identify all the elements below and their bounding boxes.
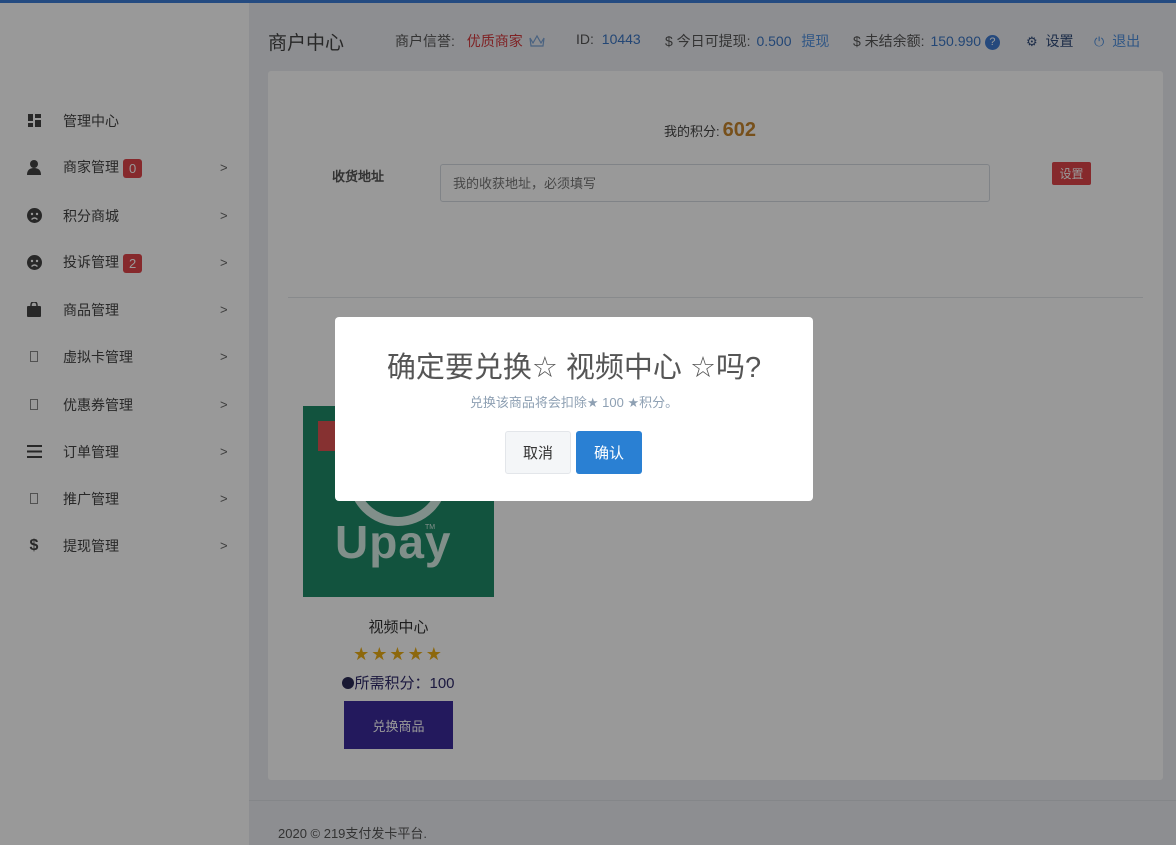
dialog-subtitle: 兑换该商品将会扣除★ 100 ★积分。 — [469, 395, 679, 410]
confirm-button[interactable]: 确认 — [576, 431, 642, 474]
dialog-title: 确定要兑换☆ 视频中心 ☆吗? — [386, 352, 762, 384]
cancel-button[interactable]: 取消 — [505, 431, 571, 474]
confirm-dialog: 确定要兑换☆ 视频中心 ☆吗? 兑换该商品将会扣除★ 100 ★积分。 取消 确… — [335, 317, 813, 501]
